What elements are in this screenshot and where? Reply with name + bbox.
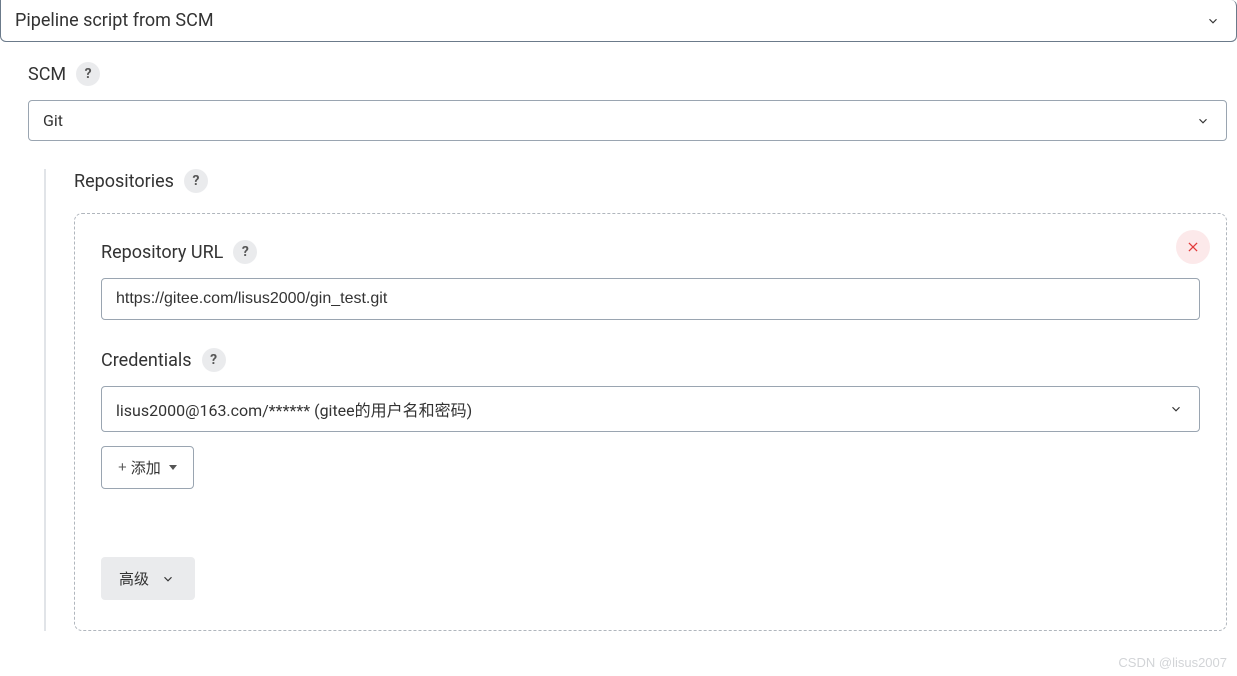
credentials-label-row: Credentials ? (101, 348, 1200, 372)
watermark: CSDN @lisus2007 (1118, 655, 1227, 670)
close-icon (1186, 240, 1200, 254)
repository-url-label-row: Repository URL ? (101, 240, 1200, 264)
repository-url-input[interactable] (101, 278, 1200, 320)
credentials-dropdown[interactable]: lisus2000@163.com/****** (gitee的用户名和密码) (101, 386, 1200, 432)
pipeline-definition-dropdown[interactable]: Pipeline script from SCM (0, 0, 1237, 42)
chevron-down-icon (1204, 12, 1222, 30)
scm-label-row: SCM ? (28, 62, 1237, 86)
repository-panel: Repository URL ? Credentials ? lisus2000… (74, 213, 1227, 631)
repository-url-block: Repository URL ? (101, 240, 1200, 320)
help-icon[interactable]: ? (202, 348, 226, 372)
chevron-down-icon (1167, 400, 1185, 418)
help-icon[interactable]: ? (233, 240, 257, 264)
help-icon[interactable]: ? (76, 62, 100, 86)
advanced-button[interactable]: 高级 (101, 557, 195, 600)
repository-url-label: Repository URL (101, 242, 223, 263)
help-icon[interactable]: ? (184, 169, 208, 193)
add-button-label: 添加 (131, 457, 161, 478)
repositories-label-row: Repositories ? (74, 169, 1237, 193)
scm-label: SCM (28, 64, 66, 85)
scm-value: Git (43, 111, 63, 130)
credentials-label: Credentials (101, 350, 192, 371)
caret-down-icon (169, 465, 177, 470)
add-credentials-button[interactable]: + 添加 (101, 446, 194, 489)
scm-dropdown[interactable]: Git (28, 100, 1227, 141)
chevron-down-icon (159, 570, 177, 588)
pipeline-definition-value: Pipeline script from SCM (15, 10, 214, 31)
advanced-button-label: 高级 (119, 568, 149, 589)
credentials-value: lisus2000@163.com/****** (gitee的用户名和密码) (116, 397, 472, 421)
repositories-label: Repositories (74, 171, 174, 192)
credentials-block: Credentials ? lisus2000@163.com/****** (… (101, 348, 1200, 489)
remove-repository-button[interactable] (1176, 230, 1210, 264)
chevron-down-icon (1194, 112, 1212, 130)
plus-icon: + (118, 459, 127, 476)
